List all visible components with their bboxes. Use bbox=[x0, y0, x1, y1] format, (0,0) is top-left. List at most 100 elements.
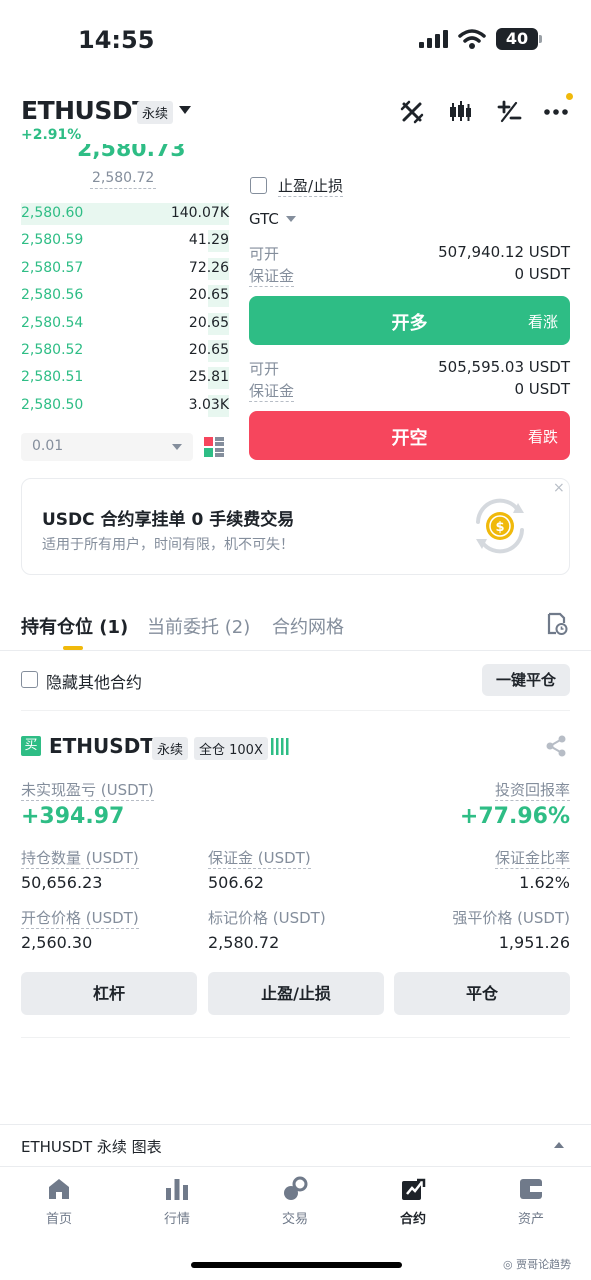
orderbook-layout-icon[interactable] bbox=[204, 437, 224, 457]
buy-badge: 买 bbox=[21, 736, 41, 756]
unrealized-pnl-value: +394.97 bbox=[21, 804, 125, 829]
battery-indicator: 40 bbox=[496, 28, 538, 50]
open-short-hint: 看跌 bbox=[527, 428, 558, 446]
orderbook-row[interactable]: 2,580.51 25.81 bbox=[21, 367, 229, 390]
leverage-bars-icon bbox=[271, 738, 289, 755]
orderbook-row[interactable]: 2,580.50 3.03K bbox=[21, 394, 229, 417]
more-icon[interactable] bbox=[543, 99, 569, 125]
divider bbox=[0, 650, 591, 651]
close-icon[interactable]: × bbox=[553, 480, 565, 496]
nav-trade[interactable]: 交易 bbox=[255, 1176, 335, 1227]
open-short-button[interactable]: 开空 看跌 bbox=[249, 411, 570, 460]
close-position-button[interactable]: 平仓 bbox=[394, 972, 570, 1015]
roe-label: 投资回报率 bbox=[494, 781, 570, 801]
chart-drawer-label: ETHUSDT 永续 图表 bbox=[21, 1138, 162, 1156]
margin-value: 506.62 bbox=[208, 873, 264, 892]
tpsl-button[interactable]: 止盈/止损 bbox=[208, 972, 384, 1015]
nav-home[interactable]: 首页 bbox=[19, 1176, 99, 1227]
bid-price: 2,580.57 bbox=[21, 259, 84, 276]
bid-price: 2,580.52 bbox=[21, 342, 84, 358]
bid-price: 2,580.56 bbox=[21, 287, 84, 304]
bid-quantity: 20.65 bbox=[188, 342, 229, 358]
symbol-dropdown-icon[interactable] bbox=[179, 106, 191, 114]
signal-icon bbox=[419, 30, 449, 48]
tab-grid[interactable]: 合约网格 bbox=[272, 613, 344, 639]
size-label: 持仓数量 (USDT) bbox=[21, 849, 139, 869]
price-change: +2.91% bbox=[21, 127, 82, 143]
bid-quantity: 41.29 bbox=[188, 232, 229, 249]
precision-select[interactable]: 0.01 bbox=[21, 433, 193, 461]
bid-price: 2,580.54 bbox=[21, 314, 84, 331]
hide-others-checkbox[interactable] bbox=[21, 671, 38, 688]
banner-subtitle: 适用于所有用户，时间有限，机不可失！ bbox=[42, 537, 294, 553]
symbol-title[interactable]: ETHUSDT bbox=[21, 96, 149, 125]
bid-quantity: 20.65 bbox=[188, 314, 229, 331]
share-icon[interactable] bbox=[545, 735, 567, 757]
svg-text:$: $ bbox=[495, 520, 504, 535]
position-mode-tag[interactable]: 全仓 100X bbox=[194, 737, 268, 760]
history-icon[interactable] bbox=[546, 612, 568, 636]
leverage-button[interactable]: 杠杆 bbox=[21, 972, 197, 1015]
bid-quantity: 3.03K bbox=[188, 396, 229, 413]
long-margin-label: 保证金 bbox=[249, 267, 295, 287]
mark-price-label: 标记价格 (USDT) bbox=[208, 909, 326, 927]
orderbook-row[interactable]: 2,580.56 20.65 bbox=[21, 285, 229, 308]
liq-price-label: 强平价格 (USDT) bbox=[452, 909, 570, 927]
orderbook-row[interactable]: 2,580.60 140.07K bbox=[21, 203, 229, 225]
nav-futures[interactable]: 合约 bbox=[373, 1176, 453, 1227]
time-in-force-select[interactable]: GTC bbox=[249, 210, 279, 228]
orderbook-row[interactable]: 2,580.57 72.26 bbox=[21, 257, 229, 280]
trade-icon bbox=[284, 1176, 308, 1200]
position-symbol[interactable]: ETHUSDT bbox=[49, 734, 154, 758]
short-available-label: 可开 bbox=[249, 360, 280, 378]
bid-price: 2,580.51 bbox=[21, 369, 84, 386]
margin-label: 保证金 (USDT) bbox=[208, 849, 311, 869]
hide-others-label: 隐藏其他合约 bbox=[46, 673, 143, 692]
bid-quantity: 25.81 bbox=[188, 369, 229, 386]
bid-price: 2,580.50 bbox=[21, 396, 84, 413]
tpsl-checkbox[interactable] bbox=[250, 177, 267, 194]
close-all-button[interactable]: 一键平仓 bbox=[482, 664, 570, 696]
battery-tip bbox=[539, 35, 542, 43]
nav-markets[interactable]: 行情 bbox=[137, 1176, 217, 1227]
futures-icon bbox=[402, 1178, 426, 1200]
chevron-down-icon bbox=[172, 444, 182, 450]
roe-value: +77.96% bbox=[459, 804, 570, 829]
orderbook-row[interactable]: 2,580.59 41.29 bbox=[21, 230, 229, 253]
open-long-button[interactable]: 开多 看涨 bbox=[249, 296, 570, 345]
chevron-up-icon[interactable] bbox=[554, 1142, 564, 1148]
open-long-hint: 看涨 bbox=[527, 313, 558, 331]
banner-title: USDC 合约享挂单 0 手续费交易 bbox=[42, 510, 295, 530]
tab-open-orders[interactable]: 当前委托 (2) bbox=[147, 613, 250, 639]
nav-futures-label: 合约 bbox=[399, 1212, 426, 1227]
tab-positions[interactable]: 持有仓位 (1) bbox=[21, 613, 128, 639]
divider bbox=[21, 710, 570, 711]
plus-minus-icon[interactable] bbox=[496, 99, 522, 125]
open-long-label: 开多 bbox=[391, 313, 428, 334]
short-margin-value: 0 USDT bbox=[514, 380, 570, 398]
bid-price: 2,580.59 bbox=[21, 232, 84, 249]
markets-icon bbox=[166, 1179, 188, 1200]
short-margin-label: 保证金 bbox=[249, 382, 295, 402]
wifi-icon bbox=[458, 29, 486, 49]
position-contract-tag: 永续 bbox=[152, 737, 189, 760]
long-margin-value: 0 USDT bbox=[514, 265, 570, 283]
notification-dot bbox=[566, 93, 573, 100]
sword-icon[interactable] bbox=[399, 99, 425, 125]
candlestick-icon[interactable] bbox=[447, 99, 473, 125]
contract-type-tag: 永续 bbox=[137, 101, 174, 124]
margin-ratio-label: 保证金比率 bbox=[494, 849, 570, 869]
orderbook-row[interactable]: 2,580.54 20.65 bbox=[21, 312, 229, 335]
entry-price-label: 开仓价格 (USDT) bbox=[21, 909, 139, 929]
mark-price: 2,580.72 bbox=[90, 170, 157, 189]
short-available-value: 505,595.03 USDT bbox=[438, 358, 570, 376]
long-available-value: 507,940.12 USDT bbox=[438, 243, 570, 261]
unrealized-pnl-label: 未实现盈亏 (USDT) bbox=[21, 781, 154, 801]
home-indicator bbox=[191, 1262, 402, 1268]
margin-ratio-value: 1.62% bbox=[519, 873, 570, 892]
bid-quantity: 140.07K bbox=[170, 205, 229, 221]
nav-wallet[interactable]: 资产 bbox=[491, 1176, 571, 1227]
nav-home-label: 首页 bbox=[45, 1212, 72, 1227]
watermark: ◎ 贾哥论趋势 bbox=[503, 1258, 572, 1271]
orderbook-row[interactable]: 2,580.52 20.65 bbox=[21, 340, 229, 362]
